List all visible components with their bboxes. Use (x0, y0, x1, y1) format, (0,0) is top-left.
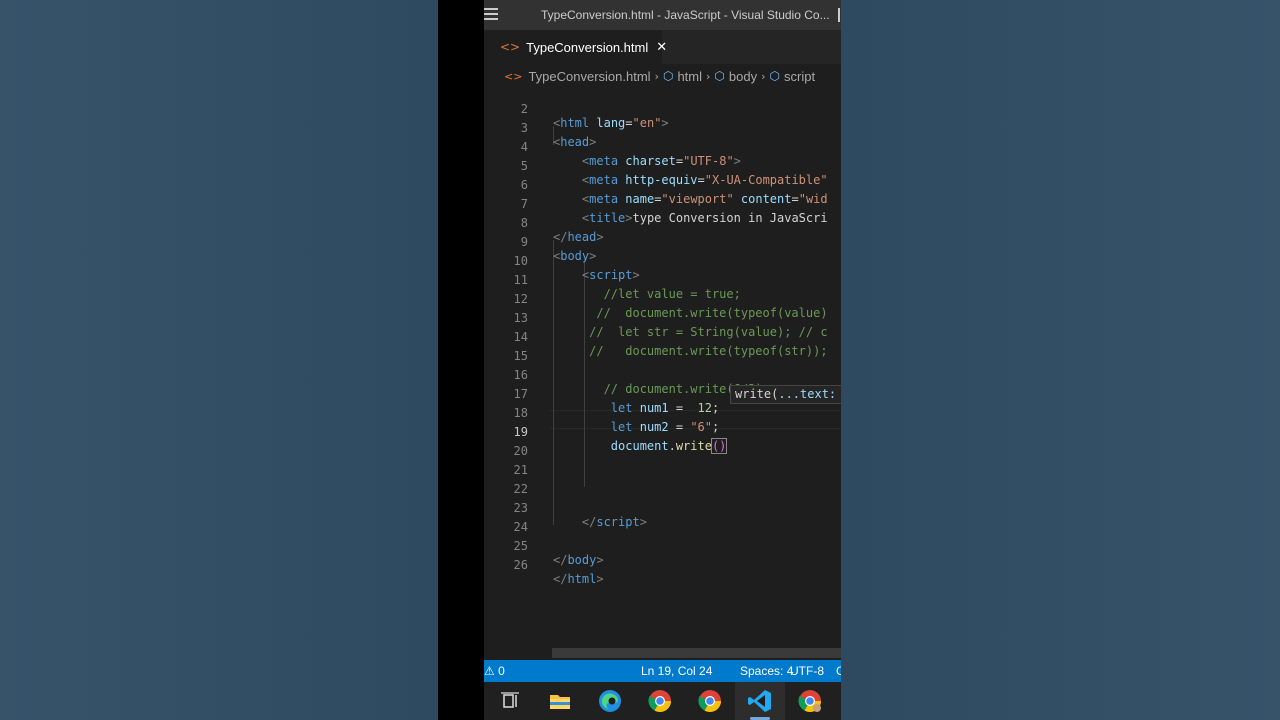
code-line: 23 </script> (513, 501, 647, 529)
tab-label: TypeConversion.html (526, 39, 649, 55)
background-right (841, 0, 1280, 720)
edge-icon[interactable] (595, 686, 625, 716)
html-file-icon: <> (500, 40, 521, 54)
indentation-setting[interactable]: Spaces: 4 (740, 664, 793, 678)
code-line: 5 <meta http-equiv="X-UA-Compatible" (520, 159, 828, 187)
status-bar: ⚠ 0 Ln 19, Col 24 Spaces: 4 UTF-8 C (484, 660, 841, 682)
element-cube-icon: ⬡ (769, 69, 780, 83)
tab-bar: <> TypeConversion.html ✕ (484, 30, 841, 64)
code-line: 22 (513, 482, 528, 496)
code-line: 20 (513, 444, 528, 458)
problems-indicator[interactable]: ⚠ 0 (484, 664, 505, 678)
breadcrumb-file[interactable]: TypeConversion.html (528, 69, 650, 84)
chevron-right-icon: › (706, 69, 711, 83)
code-editor[interactable]: 2 <html lang="en"> 3 <head> 4 <meta char… (484, 88, 841, 648)
code-line: 6 <meta name="viewport" content="wid (520, 178, 828, 206)
code-line: 16 // document.write(6/3); (513, 368, 770, 396)
element-cube-icon: ⬡ (662, 69, 674, 83)
status-overflow[interactable]: C (836, 664, 841, 678)
code-line-current: 19 document.write() (513, 425, 728, 454)
chrome-icon[interactable] (695, 686, 725, 716)
window-control-edge (838, 8, 840, 22)
code-line: 9 <body> (520, 235, 597, 263)
video-frame: TypeConversion.html - JavaScript - Visua… (438, 0, 841, 720)
hamburger-menu-icon[interactable] (484, 8, 498, 22)
vscode-icon[interactable] (745, 686, 775, 716)
cursor-position[interactable]: Ln 19, Col 24 (641, 664, 712, 678)
code-line: 12 // document.write(typeof(value) (513, 292, 828, 320)
html-file-icon: <> (504, 69, 523, 83)
code-line: 24 (513, 520, 528, 534)
window-title: TypeConversion.html - JavaScript - Visua… (541, 8, 830, 22)
code-line: 2 <html lang="en"> (520, 102, 669, 130)
taskbar (484, 682, 841, 720)
code-line: 3 <head> (520, 121, 597, 149)
chevron-right-icon: › (761, 69, 766, 83)
breadcrumb-item-script[interactable]: script (784, 69, 815, 84)
code-line: 15 (513, 349, 528, 363)
file-explorer-icon[interactable] (545, 686, 575, 716)
code-line: 21 (513, 463, 528, 477)
code-line: 10 <script> (513, 254, 640, 282)
code-line: 14 // document.write(typeof(str)); (513, 330, 828, 358)
breadcrumb-item-body[interactable]: body (729, 69, 757, 84)
code-line: 26 </html> (513, 558, 604, 586)
element-cube-icon: ⬡ (714, 69, 725, 83)
code-line: 11 //let value = true; (513, 273, 741, 301)
horizontal-scrollbar[interactable] (552, 648, 841, 658)
encoding-setting[interactable]: UTF-8 (790, 664, 824, 678)
background-left (0, 0, 438, 720)
chevron-right-icon: › (654, 69, 659, 83)
breadcrumb: <> TypeConversion.html › ⬡ html › ⬡ body… (484, 64, 841, 88)
title-bar: TypeConversion.html - JavaScript - Visua… (484, 0, 841, 30)
breadcrumb-item-html[interactable]: html (677, 69, 702, 84)
code-line: 7 <title>type Conversion in JavaScri (520, 197, 828, 225)
task-view-icon[interactable] (495, 686, 525, 716)
code-line: 13 // let str = String(value); // c (513, 311, 828, 339)
code-line: 8 </head> (520, 216, 604, 244)
code-line: 25 </body> (513, 539, 604, 567)
chrome-icon[interactable] (645, 686, 675, 716)
vscode-window: TypeConversion.html - JavaScript - Visua… (484, 0, 841, 720)
signature-help-tooltip: write(...text: (730, 385, 841, 404)
tab-typeconversion[interactable]: <> TypeConversion.html ✕ (484, 30, 667, 64)
code-line: 4 <meta charset="UTF-8"> (520, 140, 741, 168)
chrome-icon[interactable] (795, 686, 825, 716)
close-icon[interactable]: ✕ (656, 40, 667, 55)
